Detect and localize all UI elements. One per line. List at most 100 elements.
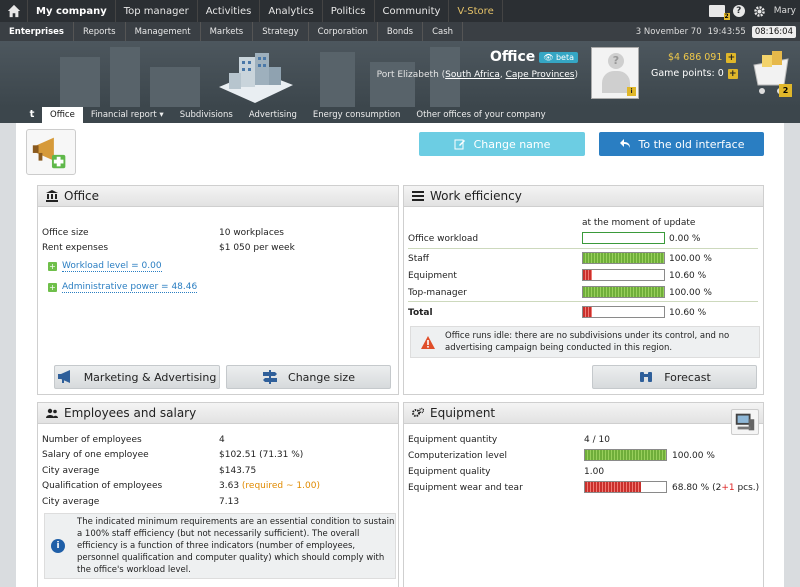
subnav-cash[interactable]: Cash [423,22,464,41]
wear-and-tear-percent: 68.80 % [672,483,710,493]
unit-banner: Office 👁 beta Port Elizabeth (South Afri… [0,41,800,107]
idle-warning: Office runs idle: there are no subdivisi… [410,326,760,358]
subnav-bonds[interactable]: Bonds [378,22,424,41]
total-value: 10.60 % [669,308,707,318]
wear-and-tear-label: Equipment wear and tear [408,483,523,493]
office-building-icon [219,53,293,103]
tab-financial-report-label: Financial report [90,110,157,120]
server-time: 19:43:55 [707,26,746,37]
edit-icon [454,139,465,150]
mail-icon[interactable]: 2 [708,5,730,20]
change-name-button[interactable]: Change name [419,132,585,156]
change-name-label: Change name [473,137,551,151]
tab-subdivisions[interactable]: Subdivisions [172,107,241,123]
employees-panel: Employees and salary Number of employees… [37,402,399,587]
rent-expenses-label: Rent expenses [42,243,109,253]
expand-plus-icon: + [48,262,57,271]
office-size-label: Office size [42,228,89,238]
signpost-icon [263,370,278,384]
nav-community[interactable]: Community [375,0,450,22]
subnav-management[interactable]: Management [126,22,201,41]
top-navigation: My company Top manager Activities Analyt… [0,0,800,22]
tab-office[interactable]: Office [42,107,83,123]
beta-badge[interactable]: 👁 beta [539,51,578,63]
nav-top-manager[interactable]: Top manager [116,0,198,22]
administrative-power-link[interactable]: + Administrative power = 48.46 [48,282,198,293]
equipment-quality-label: Equipment quality [408,467,491,477]
home-icon[interactable] [0,0,28,22]
gears-icon [412,407,424,417]
wear-extra-close: pcs.) [734,483,760,493]
turn-timer: 08:16:04 [751,25,796,38]
tab-t[interactable]: t [22,107,42,123]
subnav-markets[interactable]: Markets [201,22,254,41]
tab-advertising[interactable]: Advertising [241,107,305,123]
salary-city-average-value: $143.75 [219,466,257,476]
equipment-quality-value: 1.00 [584,467,605,477]
administrative-power-text: Administrative power = 48.46 [62,282,198,293]
computerization-bar [584,449,667,461]
warning-icon [421,335,435,349]
section-navigation: Enterprises Reports Management Markets S… [0,22,800,41]
username[interactable]: Mary [774,6,796,16]
idle-warning-text: Office runs idle: there are no subdivisi… [445,331,730,353]
employees-panel-title: Employees and salary [64,406,197,420]
wear-extra-plus: +1 [721,483,735,493]
total-bar [582,306,665,318]
wear-and-tear-fill [585,482,641,492]
tab-other-offices[interactable]: Other offices of your company [408,107,553,123]
top-manager-avatar[interactable]: ? i [591,47,639,99]
main-content: Change name To the old interface Office … [16,123,784,587]
subnav-enterprises[interactable]: Enterprises [0,22,74,41]
top-manager-fill [583,287,664,297]
computerization-value: 100.00 % [672,451,715,461]
shopping-cart-icon[interactable]: 2 [746,45,796,101]
qualification-value: 3.63 (required ~ 1.00) [219,481,320,491]
old-interface-button[interactable]: To the old interface [599,132,764,156]
add-money-icon[interactable]: + [726,52,737,63]
forecast-button[interactable]: Forecast [592,365,757,389]
nav-my-company[interactable]: My company [28,0,116,22]
bank-icon [46,190,58,202]
staff-label: Staff [408,254,429,264]
avatar-info-tag: i [627,87,636,96]
subnav-strategy[interactable]: Strategy [253,22,309,41]
workload-level-link[interactable]: + Workload level = 0.00 [48,261,162,272]
computer-icon[interactable] [731,409,759,435]
back-arrow-icon [619,139,630,148]
gear-icon[interactable] [753,5,766,18]
megaphone-icon[interactable] [26,129,76,175]
nav-v-store[interactable]: V-Store [449,0,503,22]
help-icon[interactable]: ? [732,5,745,17]
requirements-info-text: The indicated minimum requirements are a… [77,517,395,575]
beta-label: beta [555,52,574,62]
marketing-advertising-button[interactable]: Marketing & Advertising [54,365,220,389]
moment-of-update-label: at the moment of update [582,218,696,228]
subnav-reports[interactable]: Reports [74,22,126,41]
unit-tabs: t Office Financial report ▾ Subdivisions… [0,107,800,123]
top-manager-value: 100.00 % [669,288,712,298]
salary-label: Salary of one employee [42,450,149,460]
change-size-label: Change size [288,370,355,384]
work-efficiency-title: Work efficiency [430,189,522,203]
users-icon [46,408,58,418]
nav-activities[interactable]: Activities [198,0,261,22]
subnav-corporation[interactable]: Corporation [309,22,378,41]
nav-politics[interactable]: Politics [323,0,375,22]
tab-energy-consumption[interactable]: Energy consumption [305,107,409,123]
equipment-quantity-label: Equipment quantity [408,435,498,445]
staff-bar [582,252,665,264]
qualification-city-average-label: City average [42,497,100,507]
top-manager-label: Top-manager [408,288,467,298]
country-link[interactable]: South Africa [445,70,500,80]
change-size-button[interactable]: Change size [226,365,391,389]
total-fill [583,307,592,317]
qualification-required: (required ~ 1.00) [241,481,320,491]
requirements-info: i The indicated minimum requirements are… [44,513,396,579]
salary-value: $102.51 (71.31 %) [219,450,304,460]
tab-financial-report[interactable]: Financial report ▾ [83,107,172,123]
workload-level-text: Workload level = 0.00 [62,261,162,272]
add-points-icon[interactable]: + [727,68,738,79]
region-link[interactable]: Cape Provinces [506,70,575,80]
nav-analytics[interactable]: Analytics [260,0,323,22]
